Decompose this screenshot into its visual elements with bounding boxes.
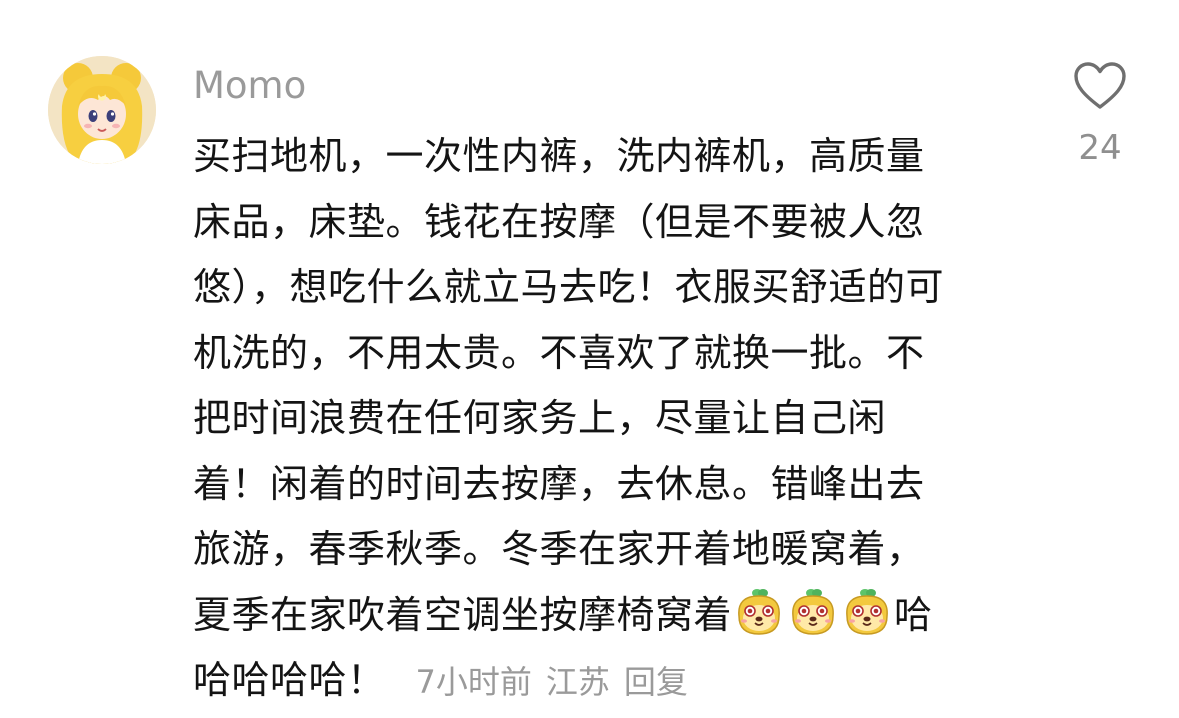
comment-last-line: 哈哈哈哈！ 7小时前 江苏 回复 [193, 648, 1023, 714]
comment-text: 买扫地机，一次性内裤，洗内裤机，高质量 床品，床垫。钱花在按摩（但是不要被人忽 … [193, 124, 1023, 714]
smiling-puppy-emoji-icon [846, 588, 888, 635]
comment-item: Momo 买扫地机，一次性内裤，洗内裤机，高质量 床品，床垫。钱花在按摩（但是不… [0, 0, 1179, 718]
avatar[interactable] [48, 56, 156, 164]
username[interactable]: Momo [193, 62, 306, 110]
comment-line: 旅游，春季秋季。冬季在家开着地暖窝着， [193, 527, 925, 571]
comment-meta: 7小时前 江苏 回复 [416, 663, 688, 701]
comment-location: 江苏 [545, 663, 610, 701]
comment-line-tail: 哈 [894, 592, 933, 637]
comment-line: 床品，床垫。钱花在按摩（但是不要被人忽 [193, 199, 925, 244]
smiling-puppy-emoji-icon [738, 588, 780, 635]
like-count: 24 [1078, 128, 1122, 168]
avatar-illustration [48, 56, 156, 164]
comment-line: 把时间浪费在任何家务上，尽量让自己闲 [193, 396, 887, 440]
comment-line-with-emoji: 夏季在家吹着空调坐按摩椅窝着 哈 [193, 583, 1023, 649]
comment-time: 7小时前 [415, 663, 532, 701]
reply-button[interactable]: 回复 [624, 663, 688, 701]
comment-line-text: 夏季在家吹着空调坐按摩椅窝着 [193, 592, 733, 637]
comment-line: 悠），想吃什么就立马去吃！衣服买舒适的可 [193, 265, 945, 309]
comment-line: 买扫地机，一次性内裤，洗内裤机，高质量 [193, 134, 925, 178]
smiling-puppy-emoji-icon [792, 588, 834, 635]
comment-line: 着！闲着的时间去按摩，去休息。错峰出去 [193, 461, 925, 506]
comment-line-text: 哈哈哈哈！ [193, 658, 386, 702]
like-button[interactable]: 24 [1068, 60, 1132, 168]
comment-line: 机洗的，不用太贵。不喜欢了就换一批。不 [193, 330, 925, 375]
heart-outline-icon [1074, 62, 1126, 109]
